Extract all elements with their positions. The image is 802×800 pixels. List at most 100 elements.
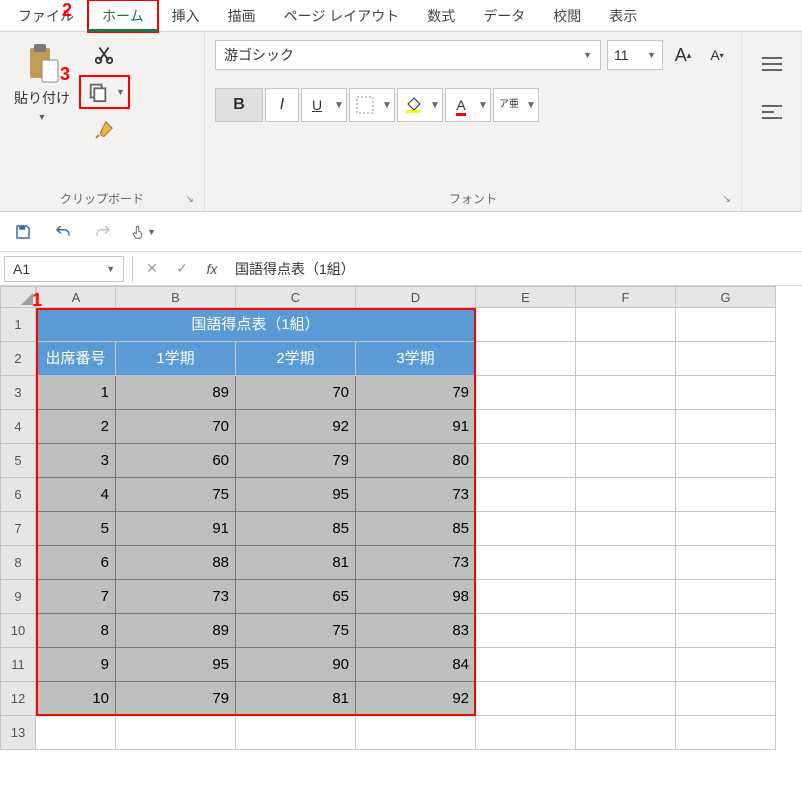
font-size-select[interactable]: 11 ▼ <box>607 40 663 70</box>
cell[interactable] <box>476 376 576 410</box>
underline-button[interactable]: U ▼ <box>301 88 347 122</box>
save-button[interactable] <box>10 219 36 245</box>
bold-button[interactable]: B <box>215 88 263 122</box>
column-header[interactable]: C <box>236 286 356 308</box>
font-color-button[interactable]: A ▼ <box>445 88 491 122</box>
cell[interactable]: 90 <box>236 648 356 682</box>
cell[interactable] <box>476 648 576 682</box>
cell[interactable] <box>576 342 676 376</box>
cell[interactable]: 88 <box>116 546 236 580</box>
cell[interactable] <box>476 614 576 648</box>
cell[interactable]: 80 <box>356 444 476 478</box>
cell[interactable]: 85 <box>356 512 476 546</box>
copy-button[interactable] <box>84 78 112 106</box>
cell[interactable] <box>576 410 676 444</box>
cell[interactable] <box>576 512 676 546</box>
column-header[interactable]: D <box>356 286 476 308</box>
tab-page-layout[interactable]: ページ レイアウト <box>270 0 414 32</box>
cell[interactable] <box>676 478 776 512</box>
cut-button[interactable] <box>90 40 118 68</box>
row-header[interactable]: 13 <box>0 716 36 750</box>
cell[interactable] <box>576 580 676 614</box>
column-header[interactable]: A <box>36 286 116 308</box>
cell[interactable] <box>676 410 776 444</box>
cell[interactable] <box>676 716 776 750</box>
cell[interactable] <box>476 716 576 750</box>
tab-file[interactable]: ファイル <box>4 0 88 32</box>
cell[interactable]: 60 <box>116 444 236 478</box>
increase-font-button[interactable]: A▴ <box>669 41 697 69</box>
cell[interactable] <box>576 376 676 410</box>
align-top-button[interactable] <box>758 50 786 78</box>
cell[interactable]: 83 <box>356 614 476 648</box>
row-header[interactable]: 7 <box>0 512 36 546</box>
cell[interactable] <box>476 580 576 614</box>
cell[interactable]: 65 <box>236 580 356 614</box>
cell[interactable]: 81 <box>236 546 356 580</box>
cell[interactable] <box>116 716 236 750</box>
cell[interactable]: 73 <box>116 580 236 614</box>
column-header[interactable]: B <box>116 286 236 308</box>
cell[interactable]: 1 <box>36 376 116 410</box>
cell[interactable]: 3 <box>36 444 116 478</box>
touch-mode-button[interactable]: ▼ <box>130 219 156 245</box>
cell[interactable]: 70 <box>236 376 356 410</box>
cell[interactable]: 1学期 <box>116 342 236 376</box>
cell[interactable] <box>476 410 576 444</box>
cell[interactable]: 7 <box>36 580 116 614</box>
cell[interactable]: 92 <box>236 410 356 444</box>
cell[interactable]: 73 <box>356 546 476 580</box>
name-box[interactable]: A1 ▼ <box>4 256 124 282</box>
row-header[interactable]: 9 <box>0 580 36 614</box>
cell[interactable] <box>576 444 676 478</box>
insert-function-button[interactable]: fx <box>197 256 227 282</box>
cell[interactable] <box>576 308 676 342</box>
cell[interactable]: 84 <box>356 648 476 682</box>
clipboard-launcher[interactable]: ↘ <box>186 194 194 205</box>
align-left-button[interactable] <box>758 98 786 126</box>
cell[interactable]: 5 <box>36 512 116 546</box>
ruby-button[interactable]: ア亜 ▼ <box>493 88 539 122</box>
cell[interactable] <box>476 512 576 546</box>
cell[interactable] <box>676 546 776 580</box>
tab-draw[interactable]: 描画 <box>214 0 270 32</box>
row-header[interactable]: 10 <box>0 614 36 648</box>
tab-insert[interactable]: 挿入 <box>158 0 214 32</box>
format-painter-button[interactable] <box>90 116 118 144</box>
cell[interactable]: 9 <box>36 648 116 682</box>
cell[interactable] <box>576 478 676 512</box>
cell[interactable] <box>676 648 776 682</box>
enter-formula-button[interactable]: ✓ <box>167 256 197 282</box>
tab-home[interactable]: ホーム <box>88 0 158 32</box>
cell[interactable]: 3学期 <box>356 342 476 376</box>
column-header[interactable]: G <box>676 286 776 308</box>
cell[interactable]: 95 <box>116 648 236 682</box>
cell[interactable] <box>676 682 776 716</box>
cell[interactable]: 91 <box>116 512 236 546</box>
cell[interactable] <box>36 716 116 750</box>
select-all-button[interactable] <box>0 286 36 308</box>
cell[interactable]: 92 <box>356 682 476 716</box>
row-header[interactable]: 5 <box>0 444 36 478</box>
row-header[interactable]: 11 <box>0 648 36 682</box>
cell[interactable]: 4 <box>36 478 116 512</box>
cell[interactable]: 6 <box>36 546 116 580</box>
cell[interactable] <box>676 512 776 546</box>
redo-button[interactable] <box>90 219 116 245</box>
cell[interactable]: 79 <box>116 682 236 716</box>
font-launcher[interactable]: ↘ <box>723 194 731 205</box>
font-name-select[interactable]: 游ゴシック ▼ <box>215 40 601 70</box>
cell[interactable]: 75 <box>116 478 236 512</box>
cell[interactable] <box>576 546 676 580</box>
undo-button[interactable] <box>50 219 76 245</box>
decrease-font-button[interactable]: A▾ <box>703 41 731 69</box>
cancel-formula-button[interactable]: ✕ <box>137 256 167 282</box>
column-header[interactable]: F <box>576 286 676 308</box>
tab-formulas[interactable]: 数式 <box>413 0 469 32</box>
tab-view[interactable]: 表示 <box>595 0 651 32</box>
row-header[interactable]: 8 <box>0 546 36 580</box>
cell[interactable]: 出席番号 <box>36 342 116 376</box>
column-header[interactable]: E <box>476 286 576 308</box>
cell[interactable]: 70 <box>116 410 236 444</box>
formula-input[interactable] <box>227 256 802 282</box>
